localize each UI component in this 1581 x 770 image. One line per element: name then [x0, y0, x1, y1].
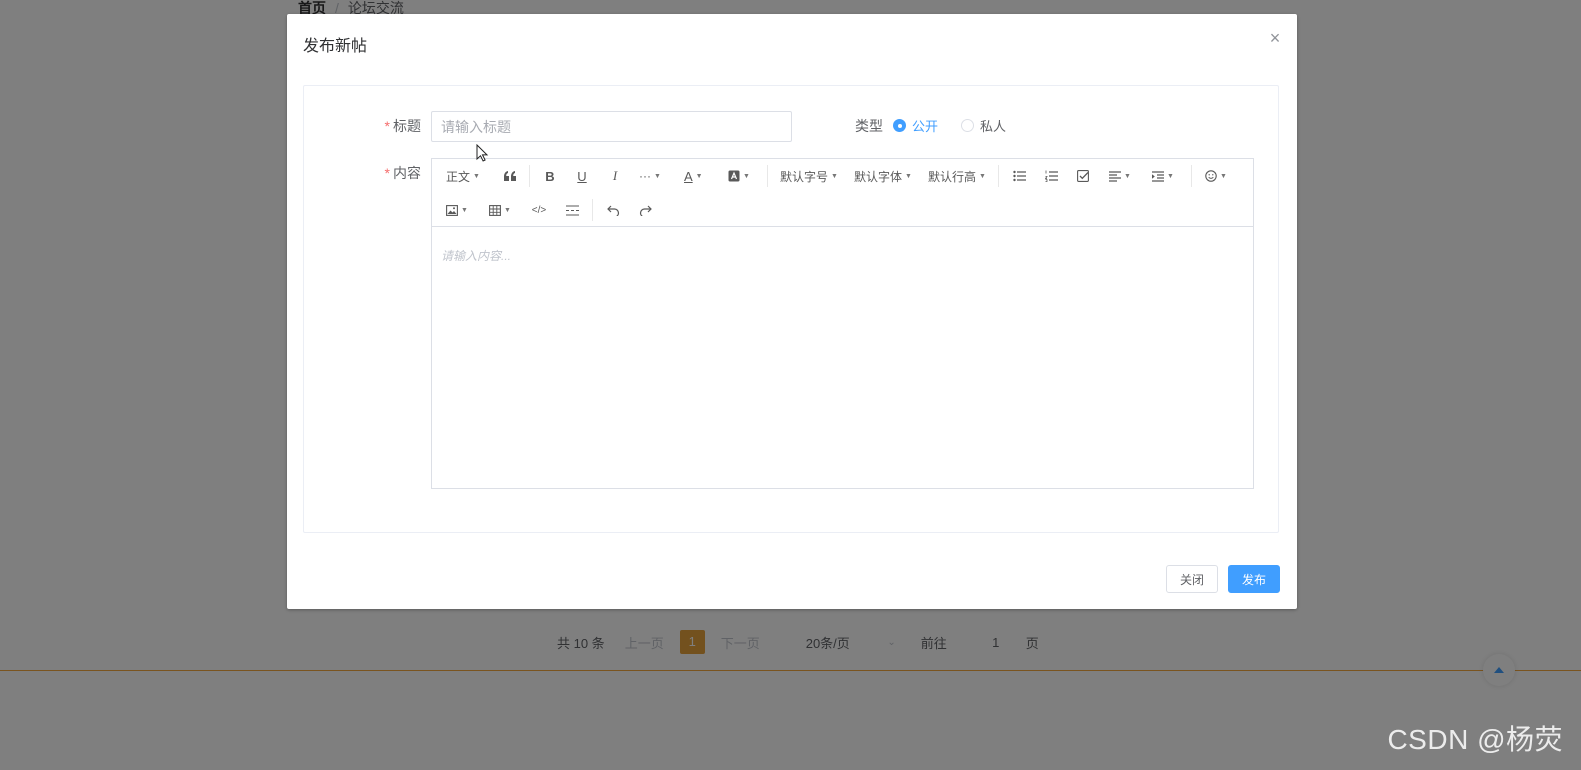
editor-content-area[interactable]: 请输入内容... [432, 227, 1253, 488]
caret-down-icon: ▼ [1167, 172, 1174, 180]
font-size-select[interactable]: 默认字号 ▼ [780, 167, 838, 185]
radio-public-label: 公开 [912, 119, 939, 134]
emoji-icon[interactable]: ▼ [1205, 167, 1227, 185]
required-mark: * [384, 118, 390, 134]
italic-icon[interactable]: I [608, 167, 622, 185]
radio-unchecked-icon [961, 119, 974, 132]
close-button[interactable]: 关闭 [1165, 565, 1218, 593]
content-label-text: 内容 [393, 165, 421, 181]
post-form: *标题 类型 公开 私人 *内容 正文▼ B [303, 85, 1279, 533]
font-family-select[interactable]: 默认字体 ▼ [854, 167, 912, 185]
font-color-a-icon: A [684, 168, 693, 184]
font-size-select-label: 默认字号 [780, 169, 829, 184]
publish-post-dialog: 发布新帖 × *标题 类型 公开 私人 *内容 正文▼ [287, 14, 1297, 609]
dialog-header: 发布新帖 × [287, 14, 1297, 70]
caret-down-icon: ▼ [695, 172, 703, 180]
required-mark: * [384, 165, 390, 181]
more-dots-icon: ··· [639, 169, 651, 183]
divider-line-icon[interactable] [565, 201, 579, 219]
more-style-icon[interactable]: ··· ▼ [639, 167, 661, 185]
font-color-icon[interactable]: A ▼ [684, 167, 703, 185]
caret-down-icon: ▼ [743, 172, 750, 180]
dialog-title: 发布新帖 [303, 38, 368, 55]
quote-icon[interactable] [502, 167, 518, 185]
table-icon[interactable]: ▼ [489, 201, 511, 219]
content-label: * 内容 [361, 163, 421, 183]
caret-down-icon: ▼ [1124, 172, 1131, 180]
todo-checkbox-icon[interactable] [1076, 167, 1090, 185]
radio-private[interactable]: 私人 [961, 116, 1006, 135]
caret-down-icon: ▼ [654, 172, 661, 180]
toolbar-divider [1191, 165, 1192, 187]
caret-down-icon: ▼ [1220, 172, 1227, 180]
image-icon[interactable]: ▼ [446, 201, 468, 219]
code-icon[interactable]: </> [532, 201, 546, 219]
caret-down-icon: ▼ [979, 172, 986, 180]
type-label: 类型 [855, 118, 883, 134]
radio-checked-icon [893, 119, 906, 132]
radio-private-label: 私人 [980, 119, 1007, 134]
bold-icon[interactable]: B [543, 167, 557, 185]
numbered-list-icon[interactable] [1044, 167, 1058, 185]
toolbar-divider [529, 165, 530, 187]
rich-text-editor: 正文 ▼ B U I ··· ▼ A ▼ ▼ 默认字号 ▼ 默认字体 ▼ 默认行… [431, 158, 1254, 489]
editor-toolbar: 正文 ▼ B U I ··· ▼ A ▼ ▼ 默认字号 ▼ 默认字体 ▼ 默认行… [432, 159, 1253, 227]
background-color-icon[interactable]: ▼ [728, 167, 750, 185]
indent-icon[interactable]: ▼ [1152, 167, 1174, 185]
caret-down-icon: ▼ [461, 206, 468, 214]
line-height-select-label: 默认行高 [928, 169, 977, 184]
toolbar-divider [767, 165, 768, 187]
title-label-text: 标题 [393, 118, 421, 134]
line-height-select[interactable]: 默认行高 ▼ [928, 167, 986, 185]
title-label: * 标题 [361, 116, 421, 136]
caret-down-icon: ▼ [831, 172, 838, 180]
caret-down-icon: ▼ [905, 172, 912, 180]
caret-down-icon: ▼ [504, 206, 511, 214]
paragraph-select-label: 正文 [446, 169, 471, 184]
bulleted-list-icon[interactable] [1012, 167, 1026, 185]
mouse-cursor-icon [476, 144, 489, 162]
publish-button[interactable]: 发布 [1227, 565, 1280, 593]
font-family-select-label: 默认字体 [854, 169, 903, 184]
watermark: CSDN @杨荧 [1387, 724, 1563, 755]
toolbar-divider [998, 165, 999, 187]
dialog-footer: 关闭 发布 [1165, 565, 1280, 593]
toolbar-divider [592, 199, 593, 221]
close-icon[interactable]: × [1267, 29, 1283, 47]
caret-down-icon: ▼ [473, 172, 480, 180]
editor-placeholder: 请输入内容... [441, 249, 512, 263]
redo-icon[interactable] [638, 201, 652, 219]
title-input[interactable] [431, 111, 792, 142]
radio-public[interactable]: 公开 [893, 116, 938, 135]
undo-icon[interactable] [606, 201, 620, 219]
paragraph-select[interactable]: 正文 ▼ [446, 167, 480, 185]
align-icon[interactable]: ▼ [1109, 167, 1131, 185]
underline-icon[interactable]: U [575, 167, 589, 185]
